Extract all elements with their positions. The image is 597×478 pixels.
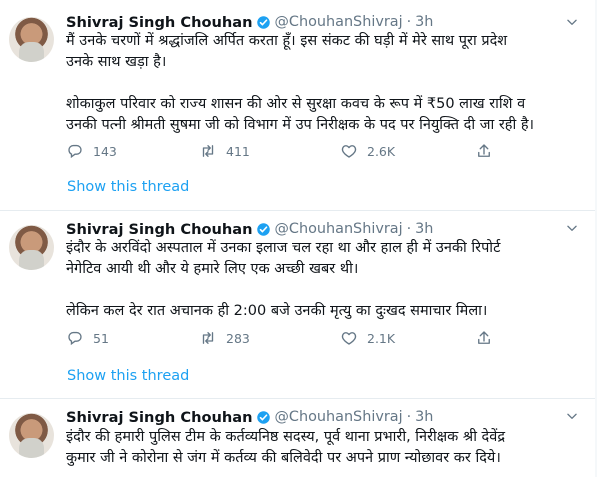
like-count: 2.6K (367, 143, 396, 159)
tweet-header: Shivraj Singh Chouhan @ChouhanShivraj · … (66, 12, 577, 32)
chevron-down-icon[interactable] (565, 15, 579, 29)
tweet-card-1[interactable]: Shivraj Singh Chouhan @ChouhanShivraj · … (0, 0, 597, 210)
metadata-separator: · (406, 14, 412, 30)
tweet-actions: 51 283 2.1K (66, 327, 496, 349)
tweet-time[interactable]: 3h (415, 221, 433, 237)
author-handle[interactable]: @ChouhanShivraj (275, 221, 403, 237)
retweet-count: 283 (226, 330, 250, 346)
chevron-down-icon[interactable] (565, 409, 579, 423)
avatar[interactable] (9, 225, 54, 270)
avatar[interactable] (9, 413, 54, 458)
like-button[interactable]: 2.6K (340, 142, 395, 160)
tweet-header: Shivraj Singh Chouhan @ChouhanShivraj · … (66, 219, 577, 239)
heart-icon (341, 332, 357, 345)
reply-icon (68, 331, 82, 346)
retweet-icon (202, 332, 214, 344)
tweet-time[interactable]: 3h (415, 409, 433, 425)
verified-badge-icon (256, 410, 271, 425)
retweet-button[interactable]: 411 (199, 142, 250, 160)
show-thread-link[interactable]: Show this thread (67, 368, 189, 384)
retweet-icon (202, 145, 214, 157)
tweet-actions: 143 411 2.6K (66, 140, 496, 162)
tweet-card-3[interactable]: Shivraj Singh Chouhan @ChouhanShivraj · … (0, 398, 597, 478)
reply-count: 51 (93, 330, 109, 346)
tweet-header: Shivraj Singh Chouhan @ChouhanShivraj · … (66, 407, 577, 427)
tweet-text: मैं उनके चरणों में श्रद्धांजलि अर्पित कर… (66, 33, 535, 133)
show-thread-link[interactable]: Show this thread (67, 179, 189, 195)
author-handle[interactable]: @ChouhanShivraj (275, 409, 403, 425)
author-name[interactable]: Shivraj Singh Chouhan (66, 14, 253, 31)
like-button[interactable]: 2.1K (340, 329, 395, 347)
verified-badge-icon (256, 222, 271, 237)
share-button[interactable] (475, 142, 502, 160)
metadata-separator: · (406, 221, 412, 237)
retweet-button[interactable]: 283 (199, 329, 250, 347)
tweet-text: इंदौर के अरविंदो अस्पताल में उनका इलाज च… (66, 240, 501, 319)
reply-icon (68, 144, 82, 159)
author-name[interactable]: Shivraj Singh Chouhan (66, 221, 253, 238)
share-icon (478, 331, 490, 344)
retweet-count: 411 (226, 143, 250, 159)
avatar[interactable] (9, 17, 54, 62)
metadata-separator: · (406, 409, 412, 425)
share-button[interactable] (475, 329, 502, 347)
tweet-card-2[interactable]: Shivraj Singh Chouhan @ChouhanShivraj · … (0, 210, 597, 399)
chevron-down-icon[interactable] (565, 221, 579, 235)
author-name[interactable]: Shivraj Singh Chouhan (66, 409, 253, 426)
reply-count: 143 (93, 143, 117, 159)
like-count: 2.1K (367, 330, 396, 346)
tweet-time[interactable]: 3h (415, 14, 433, 30)
reply-button[interactable]: 143 (66, 142, 117, 160)
heart-icon (341, 145, 357, 158)
verified-badge-icon (256, 15, 271, 30)
tweet-text: इंदौर की हमारी पुलिस टीम के कर्तव्यनिष्ठ… (66, 429, 506, 466)
share-icon (478, 144, 490, 157)
author-handle[interactable]: @ChouhanShivraj (275, 14, 403, 30)
tweet-feed: Shivraj Singh Chouhan @ChouhanShivraj · … (0, 0, 597, 477)
reply-button[interactable]: 51 (66, 329, 109, 347)
